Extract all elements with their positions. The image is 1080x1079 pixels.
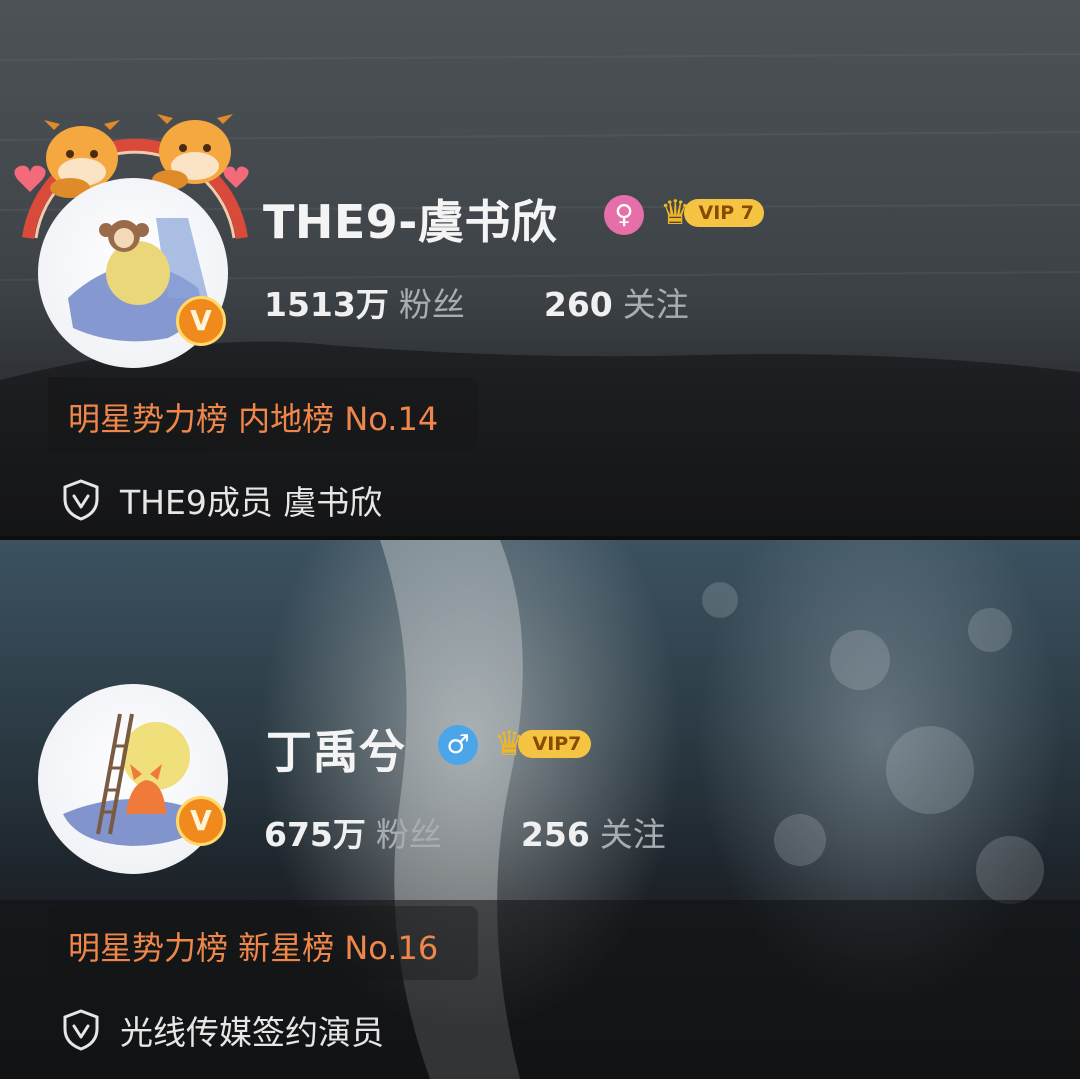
followers-label: 粉丝 — [398, 285, 465, 324]
following-label: 关注 — [599, 815, 666, 854]
avatar-frame[interactable]: V — [10, 110, 260, 368]
verification-row: 光线传媒签约演员 — [62, 1006, 384, 1054]
verified-v-badge: V — [176, 796, 226, 846]
followers-stat[interactable]: 675万 粉丝 — [264, 815, 452, 854]
followers-count: 675万 — [264, 815, 366, 854]
followers-count: 1513万 — [264, 285, 389, 324]
profile-name: 丁禹兮 — [266, 725, 406, 779]
following-count: 256 — [520, 815, 590, 854]
female-icon: ♀ — [604, 195, 644, 235]
shield-check-icon — [63, 479, 99, 521]
vip-badge[interactable]: ♛ VIP7 — [494, 727, 592, 761]
vip-label: VIP 7 — [684, 199, 765, 227]
stats-row: 675万 粉丝 256 关注 — [264, 808, 666, 856]
vip-badge[interactable]: ♛ VIP 7 — [660, 196, 765, 230]
avatar-frame[interactable]: V — [10, 670, 260, 920]
stats-row: 1513万 粉丝 260 关注 — [264, 278, 689, 326]
profile-name: THE9-虞书欣 — [263, 195, 558, 249]
star-rank-label[interactable]: 明星势力榜 新星榜 No.16 — [68, 923, 438, 969]
following-stat[interactable]: 256 关注 — [521, 815, 666, 854]
star-rank-label[interactable]: 明星势力榜 内地榜 No.14 — [68, 394, 438, 440]
following-label: 关注 — [622, 285, 689, 324]
profile-card-1: V THE9-虞书欣 ♀ ♛ VIP 7 1513万 粉丝 260 关注 明星势力榜… — [0, 0, 1080, 540]
vip-label: VIP7 — [518, 730, 592, 758]
followers-stat[interactable]: 1513万 粉丝 — [264, 285, 475, 324]
followers-label: 粉丝 — [375, 815, 442, 854]
following-count: 260 — [543, 285, 613, 324]
following-stat[interactable]: 260 关注 — [544, 285, 689, 324]
male-icon: ♂ — [438, 725, 478, 765]
profile-card-2: V 丁禹兮 ♂ ♛ VIP7 675万 粉丝 256 关注 明星势力榜 新星榜 No… — [0, 540, 1080, 1079]
verified-v-badge: V — [176, 296, 226, 346]
verified-description: THE9成员 虞书欣 — [120, 483, 383, 522]
verified-description: 光线传媒签约演员 — [120, 1013, 384, 1052]
verification-row: THE9成员 虞书欣 — [62, 476, 382, 524]
shield-check-icon — [63, 1009, 99, 1051]
